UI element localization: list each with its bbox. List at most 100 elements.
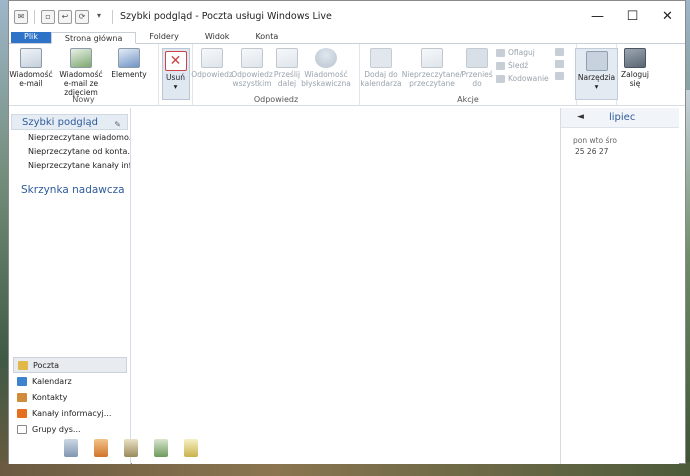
new-email-icon [20, 48, 42, 68]
delete-dropdown-icon[interactable]: ▾ [174, 82, 178, 91]
bottom-item-icon [154, 439, 168, 457]
ribbon-group-new: Wiadomość e-mail Wiadomość e-mail ze zdj… [9, 44, 159, 106]
nav-feeds[interactable]: Kanały informacyj... [9, 405, 131, 421]
delete-button[interactable]: ✕ Usuń ▾ [161, 48, 190, 100]
nav-mail[interactable]: Poczta [13, 357, 127, 373]
quick-view-unread-feeds[interactable]: Nieprzeczytane kanały inf... [9, 158, 130, 172]
nav-contacts-label: Kontakty [32, 392, 68, 402]
items-label: Elementy [111, 70, 147, 79]
forward-button[interactable]: Prześlij dalej [273, 48, 301, 88]
calendar-add-icon [370, 48, 392, 68]
qat-dropdown-icon[interactable]: ▾ [92, 10, 106, 24]
app-icon[interactable]: ✉ [14, 9, 28, 24]
calendar-days[interactable]: 25 26 27 [561, 145, 679, 156]
actions-extra-icons [553, 48, 564, 80]
message-list-area[interactable] [132, 108, 563, 464]
folder-pane: Szybki podgląd ✎ Nieprzeczytane wiadomo.… [9, 108, 131, 464]
tab-folders[interactable]: Foldery [136, 31, 191, 43]
new-icon[interactable]: ▫ [41, 9, 55, 24]
maximize-button[interactable]: ☐ [615, 1, 650, 32]
photo-email-icon [70, 48, 92, 68]
minimize-button[interactable]: — [580, 1, 615, 32]
new-photo-email-button[interactable]: Wiadomość e-mail ze zdjęciem [53, 48, 109, 97]
new-email-button[interactable]: Wiadomość e-mail [9, 48, 53, 88]
move-to-label: Przenieś do [461, 70, 493, 88]
group-label-actions: Akcje [457, 95, 479, 104]
nav-calendar-label: Kalendarz [32, 376, 72, 386]
calendar-icon [17, 376, 27, 386]
nav-contacts[interactable]: Kontakty [9, 389, 131, 405]
tools-label: Narzędzia [577, 73, 616, 82]
forward-label: Prześlij dalej [273, 70, 301, 88]
bottom-item-icon [124, 439, 138, 457]
reply-icon[interactable]: ↩ [58, 9, 72, 24]
ribbon-group-actions: Dodaj do kalendarza Nieprzeczytane/ prze… [360, 44, 577, 106]
signin-button[interactable]: Zaloguj się [619, 48, 651, 88]
add-to-calendar-button[interactable]: Dodaj do kalendarza [360, 48, 402, 88]
reply-button[interactable]: Odpowiedz [191, 48, 233, 79]
items-icon [118, 48, 140, 68]
flag-icon [496, 48, 505, 57]
group-label-new: Nowy [72, 95, 95, 104]
tab-view[interactable]: Widok [192, 31, 243, 43]
tools-dropdown-icon[interactable]: ▾ [595, 82, 599, 91]
desktop-strip [0, 462, 690, 476]
nav-newsgroups-label: Grupy dys... [32, 424, 81, 434]
window-title: Szybki podgląd - Poczta usługi Windows L… [120, 11, 332, 22]
copy-icon[interactable] [554, 48, 564, 56]
qat-separator [112, 9, 113, 24]
module-navigation: Poczta Kalendarz Kontakty Kanały informa… [9, 357, 131, 437]
reply-all-button[interactable]: Odpowiedz wszystkim [231, 48, 273, 88]
nav-newsgroups[interactable]: Grupy dys... [9, 421, 131, 437]
watch-button[interactable]: Śledź [496, 61, 549, 70]
group-label-reply: Odpowiedz [253, 95, 299, 104]
items-button[interactable]: Elementy [109, 48, 149, 79]
calendar-header: ◄ lipiec [561, 108, 679, 128]
reply-all-label: Odpowiedz wszystkim [231, 70, 273, 88]
mark-icon[interactable] [554, 60, 564, 68]
reply-label: Odpowiedz [191, 70, 233, 79]
title-bar: ✉ ▫ ↩ ⟳ ▾ Szybki podgląd - Poczta usługi… [9, 1, 685, 32]
unread-read-button[interactable]: Nieprzeczytane/ przeczytane [402, 48, 462, 88]
quick-views-title: Szybki podgląd [22, 117, 99, 128]
edit-icon[interactable]: ✎ [114, 117, 121, 132]
previous-month-icon[interactable]: ◄ [577, 112, 584, 122]
actions-small-buttons: Oflaguj Śledź Kodowanie [492, 48, 553, 83]
qat-separator [34, 9, 35, 24]
glasses-icon [496, 61, 505, 70]
quick-views-header[interactable]: Szybki podgląd ✎ [11, 114, 128, 130]
tab-file[interactable]: Plik [11, 31, 51, 43]
quick-view-unread-messages[interactable]: Nieprzeczytane wiadomo... [9, 130, 130, 144]
content-fade [483, 108, 563, 464]
outbox-folder[interactable]: Skrzynka nadawcza [21, 184, 130, 196]
newsgroup-icon [17, 424, 27, 434]
tab-home[interactable]: Strona główna [50, 32, 137, 44]
flag-label: Oflaguj [508, 48, 535, 57]
forward-icon [276, 48, 298, 68]
quick-view-unread-contacts[interactable]: Nieprzeczytane od konta... [9, 144, 130, 158]
tab-accounts[interactable]: Konta [242, 31, 291, 43]
sync-icon[interactable]: ⟳ [75, 9, 89, 24]
ribbon-group-reply: Odpowiedz Odpowiedz wszystkim Prześlij d… [191, 44, 360, 106]
move-icon [466, 48, 488, 68]
nav-calendar[interactable]: Kalendarz [9, 373, 131, 389]
find-icon[interactable] [554, 72, 564, 80]
ribbon: Wiadomość e-mail Wiadomość e-mail ze zdj… [9, 44, 685, 106]
messenger-icon [315, 48, 337, 68]
signin-label: Zaloguj się [621, 70, 650, 88]
tools-button[interactable]: Narzędzia ▾ [574, 48, 619, 100]
bottom-icon-strip [64, 439, 198, 457]
reply-icon [201, 48, 223, 68]
flag-button[interactable]: Oflaguj [496, 48, 549, 57]
delete-icon: ✕ [164, 51, 187, 71]
new-photo-email-label: Wiadomość e-mail ze zdjęciem [59, 70, 103, 97]
add-to-calendar-label: Dodaj do kalendarza [360, 70, 402, 88]
calendar-pane: ◄ lipiec pon wto śro 25 26 27 [560, 108, 679, 464]
mail-icon [18, 360, 28, 370]
delete-label: Usuń [166, 73, 185, 82]
move-to-button[interactable]: Przenieś do [461, 48, 493, 88]
close-button[interactable]: ✕ [650, 1, 685, 32]
instant-message-button[interactable]: Wiadomość błyskawiczna [301, 48, 351, 88]
contacts-icon [17, 392, 27, 402]
encoding-button[interactable]: Kodowanie [496, 74, 549, 83]
